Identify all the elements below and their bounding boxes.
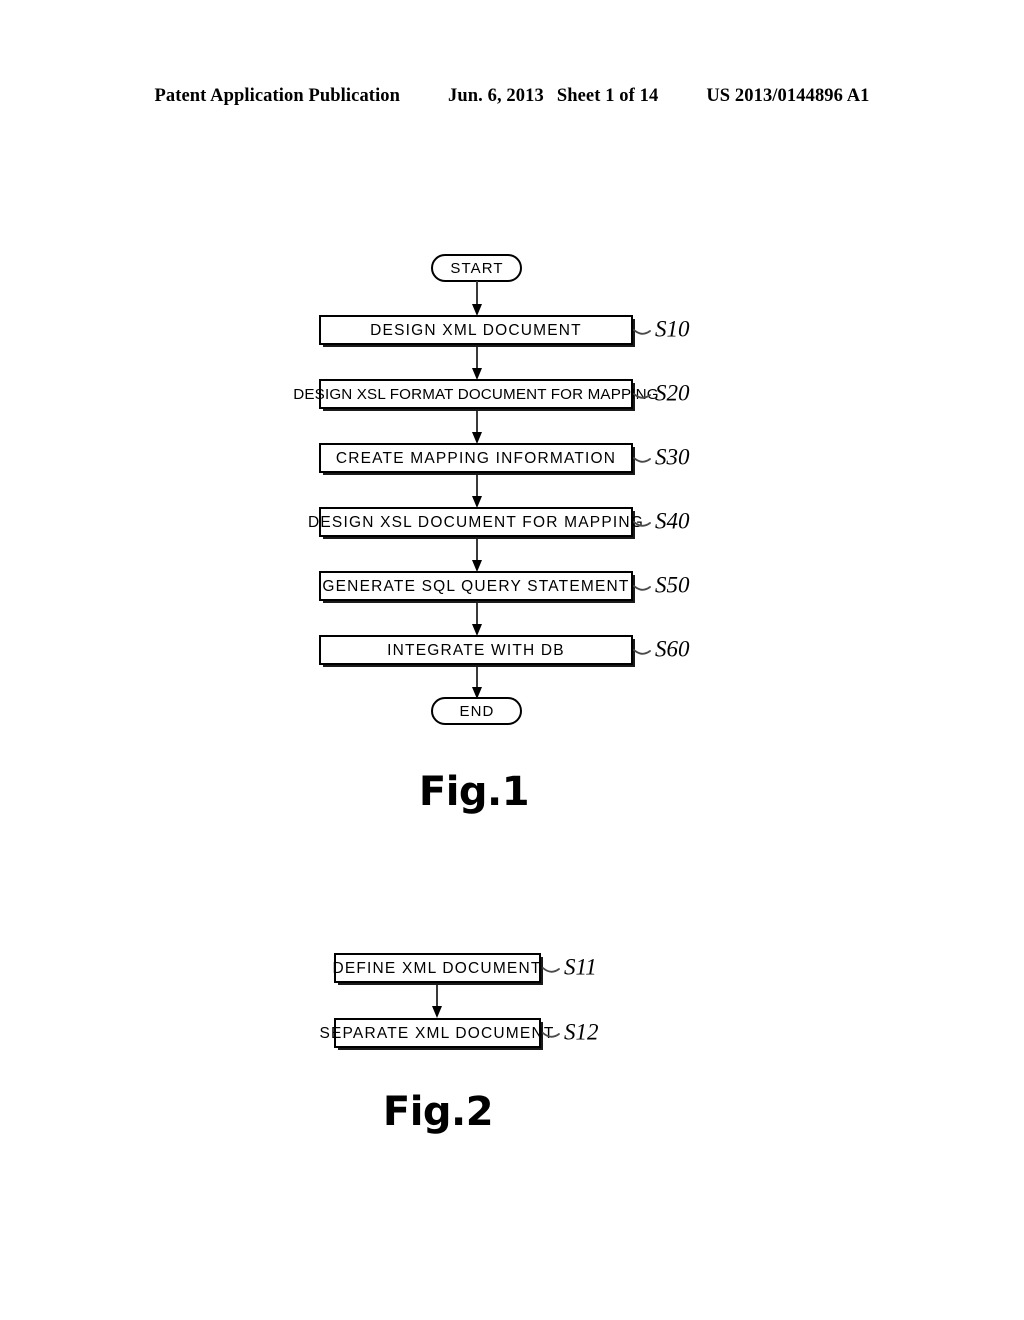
connector-s11-to-s12 xyxy=(432,985,442,1018)
connector-s30-to-s40 xyxy=(472,475,482,508)
flow-terminal-start-label: START xyxy=(450,260,503,277)
flow-step-s10: DESIGN XML DOCUMENT S10 xyxy=(319,315,690,347)
header-sheet-number: Sheet 1 of 14 xyxy=(556,86,659,106)
header-patent-number: US 2013/0144896 A1 xyxy=(706,86,870,106)
flow-step-s20-ref: S20 xyxy=(655,380,690,405)
flow-step-s11-label: DEFINE XML DOCUMENT xyxy=(332,960,541,977)
flow-step-s11-ref: S11 xyxy=(564,954,597,979)
flow-step-s30: CREATE MAPPING INFORMATION S30 xyxy=(319,443,690,475)
flow-step-s30-ref: S30 xyxy=(655,444,690,469)
flow-step-s12-ref: S12 xyxy=(564,1019,599,1044)
flow-step-s50-ref: S50 xyxy=(655,572,690,597)
flow-step-s60-ref: S60 xyxy=(655,636,690,661)
page-header: Patent Application Publication Jun. 6, 2… xyxy=(0,86,1024,116)
flow-step-s50: GENERATE SQL QUERY STATEMENT S50 xyxy=(319,571,690,603)
flow-step-s20-label: DESIGN XSL FORMAT DOCUMENT FOR MAPPING xyxy=(293,386,658,403)
connector-s20-to-s30 xyxy=(472,411,482,444)
flow-step-s40: DESIGN XSL DOCUMENT FOR MAPPING S40 xyxy=(308,507,690,539)
flow-step-s10-label: DESIGN XML DOCUMENT xyxy=(370,322,582,339)
connector-s50-to-s60 xyxy=(472,603,482,636)
flow-step-s10-ref: S10 xyxy=(655,316,690,341)
flow-terminal-start: START xyxy=(431,254,522,282)
flow-terminal-end: END xyxy=(431,697,522,725)
flow-step-s11: DEFINE XML DOCUMENT S11 xyxy=(332,953,597,985)
connector-start-to-s10 xyxy=(472,281,482,316)
flow-step-s60-label: INTEGRATE WITH DB xyxy=(387,642,565,659)
connector-s40-to-s50 xyxy=(472,539,482,572)
connector-s10-to-s20 xyxy=(472,347,482,380)
flow-step-s60: INTEGRATE WITH DB S60 xyxy=(319,635,690,667)
flow-step-s12-label: SEPARATE XML DOCUMENT xyxy=(319,1025,554,1042)
header-publication-title: Patent Application Publication xyxy=(154,86,401,106)
connector-s60-to-end xyxy=(472,667,482,699)
flow-terminal-end-label: END xyxy=(460,703,495,720)
flow-step-s30-label: CREATE MAPPING INFORMATION xyxy=(336,450,616,467)
header-publication-date: Jun. 6, 2013 xyxy=(448,86,544,106)
flow-step-s40-label: DESIGN XSL DOCUMENT FOR MAPPING xyxy=(308,514,644,531)
flow-step-s12: SEPARATE XML DOCUMENT S12 xyxy=(319,1018,599,1050)
figure-2-caption: Fig.2 xyxy=(383,1089,493,1135)
flow-step-s50-label: GENERATE SQL QUERY STATEMENT xyxy=(322,578,629,595)
flow-step-s20: DESIGN XSL FORMAT DOCUMENT FOR MAPPING S… xyxy=(293,379,690,411)
figure-1-flowchart: START DESIGN XML DOCUMENT S10 DESIGN XSL… xyxy=(293,254,690,815)
figure-2-flowchart: DEFINE XML DOCUMENT S11 SEPARATE XML DOC… xyxy=(319,953,599,1135)
patent-drawing-sheet: START DESIGN XML DOCUMENT S10 DESIGN XSL… xyxy=(0,0,1024,1320)
figure-1-caption: Fig.1 xyxy=(419,769,529,815)
flow-step-s40-ref: S40 xyxy=(655,508,690,533)
